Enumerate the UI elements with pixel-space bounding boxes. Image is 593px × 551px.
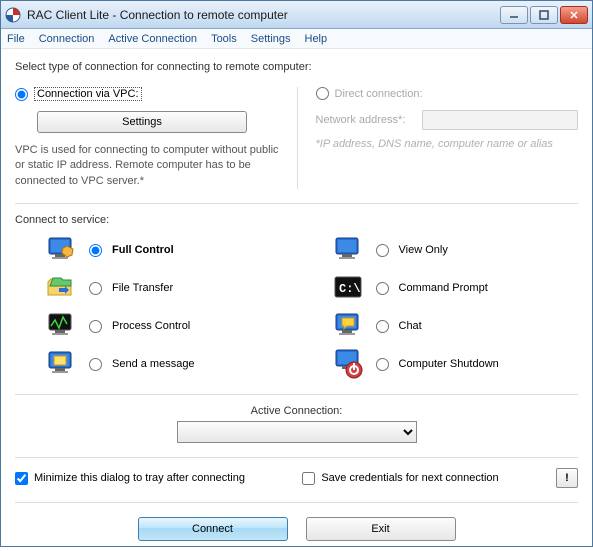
close-button[interactable] xyxy=(560,6,588,24)
label-file-transfer: File Transfer xyxy=(112,282,173,294)
active-connection-label: Active Connection: xyxy=(251,405,343,417)
label-send-message: Send a message xyxy=(112,358,195,370)
instruction-text: Select type of connection for connecting… xyxy=(15,61,578,73)
radio-chat[interactable] xyxy=(376,320,389,333)
label-computer-shutdown: Computer Shutdown xyxy=(399,358,499,370)
connect-button[interactable]: Connect xyxy=(138,517,288,541)
label-connection-vpc: Connection via VPC: xyxy=(34,87,142,101)
menu-help[interactable]: Help xyxy=(305,33,328,45)
label-minimize-to-tray: Minimize this dialog to tray after conne… xyxy=(34,472,245,484)
vpc-description: VPC is used for connecting to computer w… xyxy=(15,143,285,189)
menu-tools[interactable]: Tools xyxy=(211,33,237,45)
label-full-control: Full Control xyxy=(112,244,174,256)
label-direct-connection: Direct connection: xyxy=(335,88,423,100)
radio-file-transfer[interactable] xyxy=(89,282,102,295)
services-heading: Connect to service: xyxy=(15,214,578,226)
menu-connection[interactable]: Connection xyxy=(39,33,95,45)
active-connection-select[interactable] xyxy=(177,421,417,443)
radio-view-only[interactable] xyxy=(376,244,389,257)
radio-connection-vpc[interactable] xyxy=(15,88,28,101)
radio-computer-shutdown[interactable] xyxy=(376,358,389,371)
shutdown-icon xyxy=(332,348,364,380)
window-title: RAC Client Lite - Connection to remote c… xyxy=(27,8,500,22)
send-message-icon xyxy=(45,348,77,380)
monitor-icon xyxy=(332,234,364,266)
info-button[interactable]: ! xyxy=(556,468,578,488)
label-chat: Chat xyxy=(399,320,422,332)
network-address-input xyxy=(422,110,579,130)
menubar: File Connection Active Connection Tools … xyxy=(1,29,592,49)
radio-direct-connection[interactable] xyxy=(316,87,329,100)
separator xyxy=(15,203,578,204)
monitor-hand-icon xyxy=(45,234,77,266)
minimize-button[interactable] xyxy=(500,6,528,24)
radio-send-message[interactable] xyxy=(89,358,102,371)
titlebar: RAC Client Lite - Connection to remote c… xyxy=(1,1,592,29)
separator xyxy=(15,502,578,503)
checkbox-minimize-to-tray[interactable] xyxy=(15,472,28,485)
process-monitor-icon xyxy=(45,310,77,342)
menu-settings[interactable]: Settings xyxy=(251,33,291,45)
exit-button[interactable]: Exit xyxy=(306,517,456,541)
folder-transfer-icon xyxy=(45,272,77,304)
separator xyxy=(15,394,578,395)
network-address-label: Network address*: xyxy=(316,114,416,126)
menu-active-connection[interactable]: Active Connection xyxy=(108,33,197,45)
label-save-credentials: Save credentials for next connection xyxy=(321,472,498,484)
separator xyxy=(15,457,578,458)
checkbox-save-credentials[interactable] xyxy=(302,472,315,485)
radio-command-prompt[interactable] xyxy=(376,282,389,295)
label-command-prompt: Command Prompt xyxy=(399,282,488,294)
label-view-only: View Only xyxy=(399,244,448,256)
vpc-settings-button[interactable]: Settings xyxy=(37,111,247,133)
svg-text:C:\: C:\ xyxy=(339,282,361,296)
app-icon xyxy=(5,7,21,23)
radio-process-control[interactable] xyxy=(89,320,102,333)
network-address-hint: *IP address, DNS name, computer name or … xyxy=(316,138,579,150)
chat-icon xyxy=(332,310,364,342)
menu-file[interactable]: File xyxy=(7,33,25,45)
maximize-button[interactable] xyxy=(530,6,558,24)
label-process-control: Process Control xyxy=(112,320,190,332)
radio-full-control[interactable] xyxy=(89,244,102,257)
command-prompt-icon: C:\ xyxy=(332,272,364,304)
